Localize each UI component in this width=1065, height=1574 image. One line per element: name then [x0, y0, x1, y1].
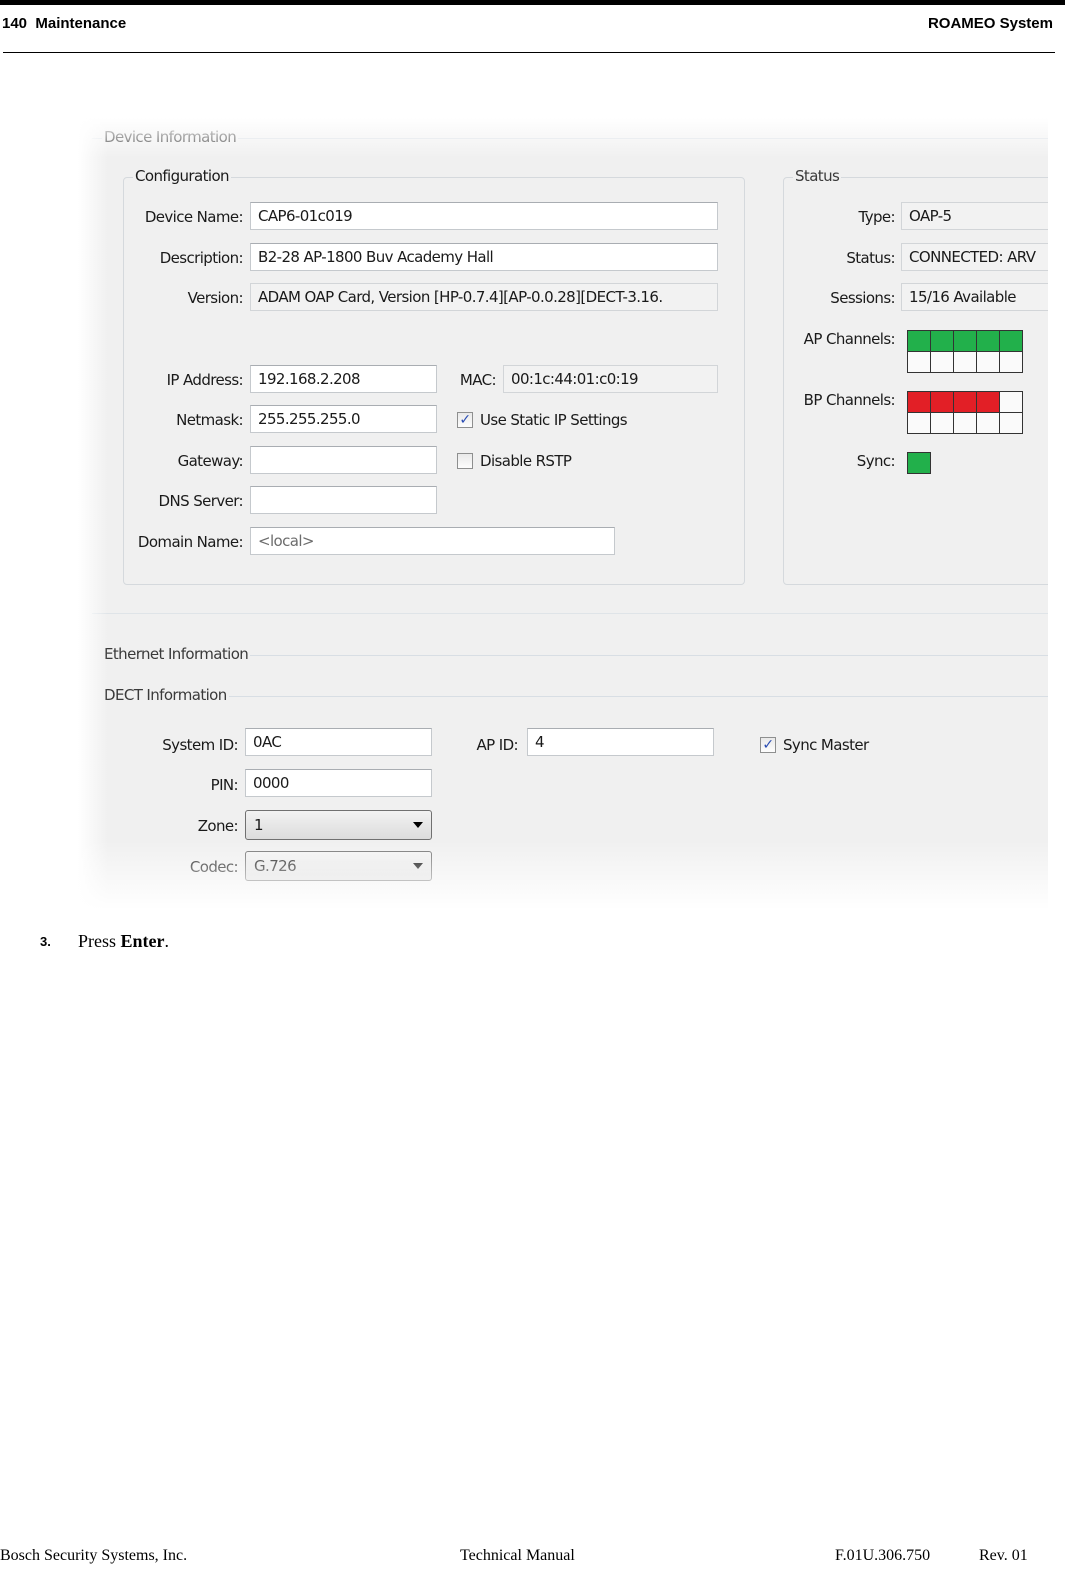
- ap-id-label: AP ID:: [476, 736, 518, 754]
- type-label: Type:: [858, 208, 895, 226]
- ap-id-input[interactable]: 4: [527, 728, 714, 756]
- footer-revision: Rev. 01: [979, 1547, 1028, 1564]
- system-id-label: System ID:: [162, 736, 238, 754]
- type-field: OAP-5: [901, 202, 1048, 230]
- ap-channel-cell: [908, 331, 930, 351]
- ap-channel-cell: [908, 352, 930, 372]
- header-rule: [3, 52, 1055, 53]
- disable-rstp-checkbox[interactable]: Disable RSTP: [457, 452, 572, 470]
- bp-channel-cell: [1000, 392, 1022, 412]
- step-number: 3.: [40, 934, 51, 949]
- zone-value: 1: [254, 816, 264, 834]
- dect-info-divider: [102, 696, 1048, 697]
- status-group: [783, 177, 1048, 585]
- zone-label: Zone:: [197, 817, 239, 835]
- dns-server-label: DNS Server:: [158, 492, 244, 510]
- sync-master-label: Sync Master: [783, 736, 869, 754]
- header-top-rule: [0, 0, 1065, 5]
- bp-channel-cell: [977, 392, 999, 412]
- step-prefix: Press: [78, 931, 121, 951]
- footer-doc-number: F.01U.306.750: [835, 1547, 931, 1564]
- edge-fade: [78, 840, 1048, 910]
- version-field: ADAM OAP Card, Version [HP-0.7.4][AP-0.0…: [250, 283, 718, 311]
- sync-label: Sync:: [856, 452, 896, 470]
- use-static-ip-checkbox[interactable]: ✓ Use Static IP Settings: [457, 411, 628, 429]
- dect-info-title: DECT Information: [102, 686, 229, 704]
- step-text: Press Enter.: [78, 931, 169, 952]
- description-label: Description:: [159, 249, 244, 267]
- sync-indicator: [907, 452, 931, 474]
- device-name-input[interactable]: CAP6-01c019: [250, 202, 718, 230]
- use-static-ip-label: Use Static IP Settings: [480, 411, 628, 429]
- sessions-label: Sessions:: [830, 289, 895, 307]
- edge-fade: [78, 118, 1048, 158]
- gateway-label: Gateway:: [177, 452, 244, 470]
- gateway-input[interactable]: [250, 446, 437, 474]
- bp-channels-grid: [907, 391, 1023, 434]
- ap-channel-cell: [931, 331, 953, 351]
- bp-channel-cell: [1000, 413, 1022, 433]
- ip-address-input[interactable]: 192.168.2.208: [250, 365, 437, 393]
- dns-server-input[interactable]: [250, 486, 437, 514]
- disable-rstp-label: Disable RSTP: [480, 452, 572, 470]
- configuration-title: Configuration: [133, 167, 231, 185]
- system-id-input[interactable]: 0AC: [245, 728, 432, 756]
- ap-channel-cell: [977, 352, 999, 372]
- ap-channels-grid: [907, 330, 1023, 373]
- edge-fade: [78, 118, 108, 910]
- step-suffix: .: [164, 931, 170, 951]
- ap-channels-label: AP Channels:: [803, 330, 896, 348]
- status-title: Status: [793, 167, 842, 185]
- sync-master-checkbox[interactable]: ✓ Sync Master: [760, 736, 869, 754]
- ap-channel-cell: [931, 352, 953, 372]
- ap-channel-cell: [1000, 331, 1022, 351]
- ap-channel-cell: [954, 331, 976, 351]
- bp-channels-label: BP Channels:: [803, 391, 896, 409]
- bp-channel-cell: [908, 392, 930, 412]
- device-name-label: Device Name:: [144, 208, 244, 226]
- bp-channel-cell: [954, 392, 976, 412]
- description-input[interactable]: B2-28 AP-1800 Buv Academy Hall: [250, 243, 718, 271]
- bp-channel-cell: [954, 413, 976, 433]
- ip-address-label: IP Address:: [166, 371, 244, 389]
- sessions-field: 15/16 Available: [901, 283, 1048, 311]
- device-settings-screenshot: Device Information Configuration Device …: [78, 118, 1048, 910]
- bp-channel-cell: [908, 413, 930, 433]
- zone-select[interactable]: 1: [245, 810, 432, 840]
- panel-separator: [92, 613, 1048, 614]
- status-label: Status:: [846, 249, 895, 267]
- status-field: CONNECTED: ARV: [901, 243, 1048, 271]
- netmask-label: Netmask:: [176, 411, 243, 429]
- ap-channel-cell: [977, 331, 999, 351]
- ap-channel-cell: [1000, 352, 1022, 372]
- domain-name-label: Domain Name:: [137, 533, 244, 551]
- netmask-input[interactable]: 255.255.255.0: [250, 405, 437, 433]
- mac-field: 00:1c:44:01:c0:19: [503, 365, 718, 393]
- page-header-section: 140 Maintenance: [2, 15, 127, 32]
- bp-channel-cell: [977, 413, 999, 433]
- ap-channel-cell: [954, 352, 976, 372]
- dropdown-arrow-icon: [413, 822, 423, 828]
- bp-channel-cell: [931, 392, 953, 412]
- footer-doc-type: Technical Manual: [460, 1547, 575, 1564]
- checkmark-icon: ✓: [457, 412, 473, 428]
- bp-channel-cell: [931, 413, 953, 433]
- mac-label: MAC:: [459, 371, 497, 389]
- domain-name-input[interactable]: <local>: [250, 527, 615, 555]
- pin-input[interactable]: 0000: [245, 769, 432, 797]
- step-key: Enter: [120, 931, 165, 951]
- version-label: Version:: [187, 289, 244, 307]
- footer-company: Bosch Security Systems, Inc.: [0, 1547, 188, 1564]
- page-header-title: ROAMEO System: [927, 15, 1053, 32]
- checkmark-icon: ✓: [760, 737, 776, 753]
- unchecked-box-icon: [457, 453, 473, 469]
- pin-label: PIN:: [210, 776, 239, 794]
- ethernet-info-title[interactable]: Ethernet Information: [102, 645, 251, 663]
